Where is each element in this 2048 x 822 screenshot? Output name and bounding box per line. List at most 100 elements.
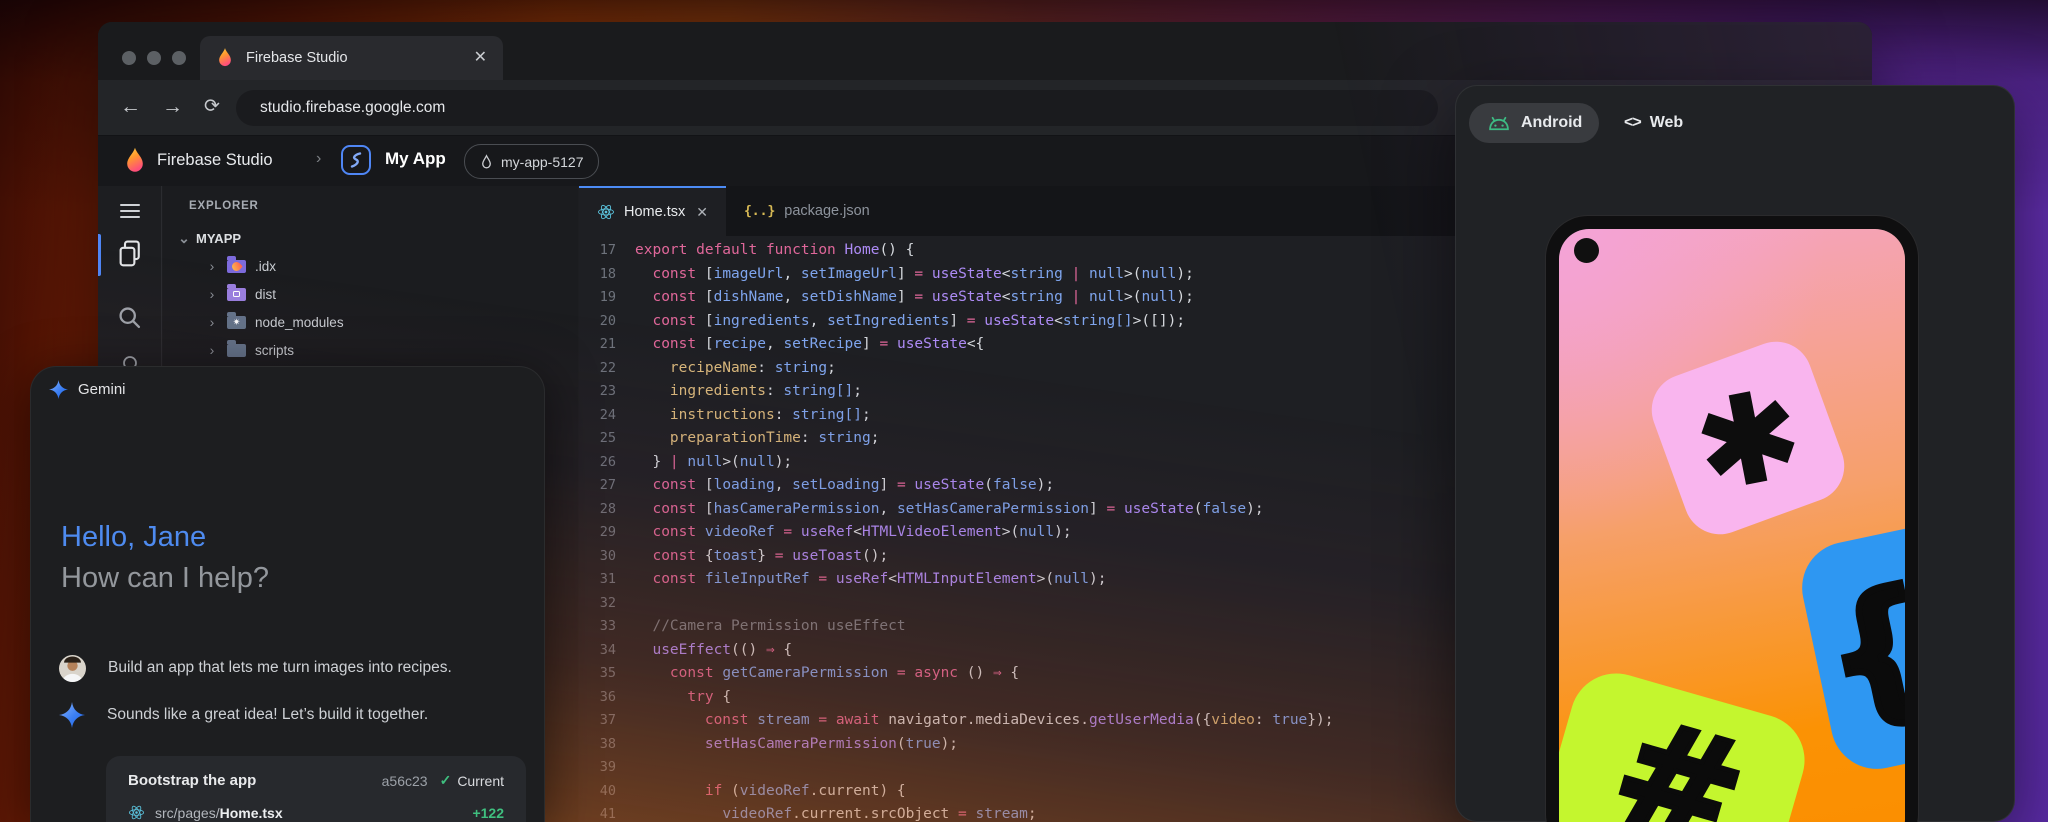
line-number: 30: [579, 545, 616, 569]
editor-tab-label: Home.tsx: [624, 204, 685, 220]
workspace-name: my-app-5127: [501, 154, 584, 170]
editor-tab-label: package.json: [784, 203, 869, 219]
traffic-light-minimize[interactable]: [147, 51, 161, 65]
droplet-icon: [479, 153, 494, 171]
android-icon: [1486, 113, 1512, 134]
curly-brace-glyph: {: [1811, 567, 1905, 736]
back-icon[interactable]: ←: [120, 94, 141, 120]
line-number: 28: [579, 498, 616, 522]
tree-item-node_modules[interactable]: ›✷node_modules: [163, 308, 578, 336]
line-number: 27: [579, 474, 616, 498]
toggle-android[interactable]: Android: [1469, 103, 1599, 143]
menu-hamburger-icon[interactable]: [98, 204, 162, 218]
user-message: Build an app that lets me turn images in…: [108, 655, 452, 677]
react-icon: [597, 203, 615, 221]
assistant-message-row: Sounds like a great idea! Let’s build it…: [59, 702, 428, 728]
stage: Firebase Studio ✕ ← → ⟳ studio.firebase.…: [0, 0, 2048, 822]
gemini-panel: Gemini Hello, Jane How can I help? Build…: [30, 366, 545, 822]
chevron-right-icon: ›: [205, 342, 219, 358]
app-name[interactable]: My App: [385, 149, 446, 169]
line-number: 38: [579, 733, 616, 757]
assistant-message: Sounds like a great idea! Let’s build it…: [107, 702, 428, 724]
asterisk-icon: [1687, 377, 1809, 499]
browser-tab[interactable]: Firebase Studio ✕: [200, 36, 503, 80]
android-phone-mockup: { #: [1546, 216, 1918, 822]
greeting-line2: How can I help?: [61, 558, 269, 599]
line-number: 20: [579, 310, 616, 334]
reload-icon[interactable]: ⟳: [204, 94, 220, 120]
chevron-down-icon: ⌄: [177, 230, 191, 247]
chevron-right-icon: ›: [205, 258, 219, 274]
card-title: Bootstrap the app: [128, 772, 382, 789]
line-number: 36: [579, 686, 616, 710]
studio-app-icon: [341, 145, 371, 175]
gemini-title: Gemini: [78, 381, 126, 398]
workspace-badge[interactable]: my-app-5127: [464, 144, 599, 179]
asterisk-tile: [1642, 332, 1855, 545]
line-number: 22: [579, 357, 616, 381]
line-number: 34: [579, 639, 616, 663]
tree-item-idx[interactable]: ›.idx: [163, 252, 578, 280]
traffic-lights[interactable]: [122, 51, 186, 65]
device-preview-panel: Android <> Web { #: [1455, 85, 2015, 822]
line-number: 19: [579, 286, 616, 310]
line-number: 26: [579, 451, 616, 475]
brace-tile: {: [1794, 505, 1905, 778]
tree-item-label: scripts: [255, 343, 294, 358]
folder-icon: [227, 260, 246, 273]
line-number: 21: [579, 333, 616, 357]
line-number: 35: [579, 662, 616, 686]
tab-close-icon[interactable]: ✕: [696, 204, 708, 221]
line-number: 23: [579, 380, 616, 404]
search-icon[interactable]: [98, 304, 162, 332]
commit-hash: a56c23: [382, 773, 428, 789]
folder-icon: [227, 288, 246, 301]
gemini-greeting: Hello, Jane How can I help?: [61, 517, 269, 599]
tree-item-scripts[interactable]: › scripts: [163, 336, 578, 364]
commit-status: Current: [457, 773, 504, 789]
files-icon[interactable]: [98, 237, 162, 271]
user-message-row: Build an app that lets me turn images in…: [59, 655, 452, 682]
tree-item-label: node_modules: [255, 315, 344, 330]
line-number: 37: [579, 709, 616, 733]
firebase-flame-logo: [123, 145, 147, 177]
tree-item-label: dist: [255, 287, 276, 302]
bootstrap-card[interactable]: Bootstrap the app a56c23 ✓ Current src/p…: [106, 756, 526, 822]
hash-tile: #: [1559, 663, 1815, 822]
changed-file-path[interactable]: src/pages/Home.tsx: [155, 805, 472, 821]
url-text: studio.firebase.google.com: [260, 99, 445, 117]
firebase-flame-icon: [216, 47, 234, 69]
tree-item-dist[interactable]: › dist: [163, 280, 578, 308]
toggle-web[interactable]: <> Web: [1614, 103, 1693, 143]
line-number: 18: [579, 263, 616, 287]
forward-icon[interactable]: →: [162, 94, 183, 120]
breadcrumb-chevron-icon: ›: [316, 150, 321, 168]
file-tree: ⌄MYAPP›.idx›dist›✷node_modules›scripts: [163, 224, 578, 364]
tab-close-icon[interactable]: ✕: [474, 50, 487, 66]
gemini-star-icon: [49, 380, 68, 399]
toggle-android-label: Android: [1521, 114, 1582, 132]
url-bar[interactable]: studio.firebase.google.com: [236, 90, 1438, 126]
traffic-light-zoom[interactable]: [172, 51, 186, 65]
chevron-right-icon: ›: [205, 314, 219, 330]
browser-tab-title: Firebase Studio: [246, 50, 474, 66]
line-number: 17: [579, 239, 616, 263]
editor-tab-package-json[interactable]: {..} package.json: [726, 186, 888, 236]
folder-icon: [227, 344, 246, 357]
brand-name[interactable]: Firebase Studio: [157, 151, 273, 170]
editor-tab-home[interactable]: Home.tsx ✕: [579, 186, 726, 236]
line-number: 24: [579, 404, 616, 428]
json-braces-icon: {..}: [744, 204, 775, 219]
greeting-line1: Hello, Jane: [61, 517, 269, 558]
gemini-header: Gemini: [49, 380, 126, 399]
camera-punch-hole: [1574, 238, 1599, 263]
line-number: 33: [579, 615, 616, 639]
chevron-right-icon: ›: [205, 286, 219, 302]
diff-added-count: +122: [472, 805, 504, 821]
code-brackets-icon: <>: [1624, 114, 1641, 132]
tree-root-myapp[interactable]: ⌄MYAPP: [163, 224, 578, 252]
traffic-light-close[interactable]: [122, 51, 136, 65]
react-icon: [128, 804, 145, 821]
toggle-web-label: Web: [1650, 114, 1683, 132]
line-number: 25: [579, 427, 616, 451]
